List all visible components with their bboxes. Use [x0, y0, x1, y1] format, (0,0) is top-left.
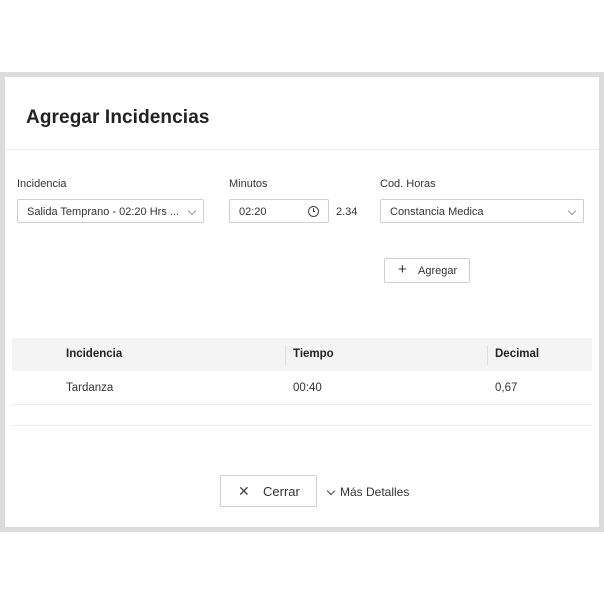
incidents-table: Incidencia Tiempo Decimal Tardanza 00:40…	[12, 338, 592, 405]
incidencia-select[interactable]: Salida Temprano - 02:20 Hrs ...	[17, 199, 204, 223]
add-button[interactable]: + Agregar	[384, 258, 470, 283]
dialog-title: Agregar Incidencias	[26, 107, 210, 128]
cell-decimal: 0,67	[495, 382, 518, 394]
more-details-label: Más Detalles	[340, 485, 410, 499]
chevron-down-icon	[187, 206, 197, 216]
minutos-value: 02:20	[239, 206, 267, 218]
table-header: Incidencia Tiempo Decimal	[12, 338, 592, 371]
table-bottom-divider	[12, 425, 592, 426]
close-button-label: Cerrar	[263, 484, 300, 499]
clock-icon[interactable]	[308, 206, 319, 217]
add-button-label: Agregar	[418, 265, 458, 277]
dialog-backdrop: Agregar Incidencias Incidencia Salida Te…	[0, 72, 604, 532]
column-divider	[487, 345, 488, 365]
chevron-down-icon	[326, 487, 336, 496]
more-details-toggle[interactable]: Más Detalles	[326, 485, 409, 499]
column-divider	[285, 345, 286, 365]
cell-incidencia: Tardanza	[66, 382, 114, 394]
cod-horas-label: Cod. Horas	[380, 178, 436, 190]
cod-horas-select[interactable]: Constancia Medica	[380, 199, 584, 223]
table-row[interactable]: Tardanza 00:40 0,67	[12, 371, 592, 405]
plus-icon: +	[398, 261, 407, 278]
close-button[interactable]: ✕ Cerrar	[220, 475, 317, 507]
column-header-incidencia: Incidencia	[66, 348, 123, 360]
cod-horas-value: Constancia Medica	[390, 206, 484, 218]
minutos-decimal: 2.34	[336, 206, 358, 218]
incidencia-value: Salida Temprano - 02:20 Hrs ...	[27, 206, 180, 218]
minutos-label: Minutos	[229, 178, 268, 190]
header-divider	[5, 149, 599, 150]
column-header-decimal: Decimal	[495, 348, 540, 360]
close-icon: ✕	[238, 483, 250, 499]
column-header-tiempo: Tiempo	[293, 348, 334, 360]
minutos-time-input[interactable]: 02:20	[229, 199, 329, 223]
incidencia-label: Incidencia	[17, 178, 67, 190]
chevron-down-icon	[567, 206, 577, 216]
add-incidents-dialog: Agregar Incidencias Incidencia Salida Te…	[5, 77, 599, 527]
cell-tiempo: 00:40	[293, 382, 322, 394]
